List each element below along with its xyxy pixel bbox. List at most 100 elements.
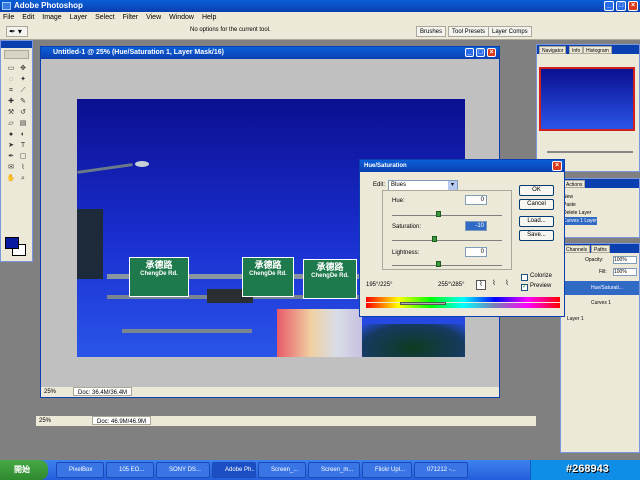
navigator-thumbnail[interactable] [539,67,635,131]
load-button[interactable]: Load... [519,216,554,227]
gradient-tool-icon[interactable]: ▤ [18,119,28,128]
range-slider[interactable] [400,302,446,305]
saturation-field[interactable]: -10 [465,221,487,231]
opacity-field[interactable]: 100% [613,256,637,264]
taskbar-button[interactable]: Screen_m... [308,462,360,478]
history-item-selected[interactable]: Curves 1 Layer [563,217,597,225]
menu-filter[interactable]: Filter [120,12,142,23]
well-brushes[interactable]: Brushes [416,26,447,37]
eyedropper-minus-icon[interactable]: ⌇ [502,280,512,290]
eyedropper-tool-icon[interactable]: ⌇ [18,163,28,172]
menu-select[interactable]: Select [92,12,117,23]
tab-paths[interactable]: Paths [591,245,610,253]
taskbar-button[interactable]: 071212 -... [414,462,468,478]
edit-dropdown-value: Blues [391,182,407,188]
slice-tool-icon[interactable]: ⟋ [18,86,28,95]
tab-histogram[interactable]: Histogram [583,46,612,54]
clone-stamp-icon[interactable]: ⚒ [6,108,16,117]
marquee-tool-icon[interactable]: ▭ [6,64,16,73]
lasso-tool-icon[interactable]: ◌ [6,75,16,84]
saturation-slider[interactable] [392,240,502,241]
taskbar-button[interactable]: 105 EO... [106,462,154,478]
doc-maximize-button[interactable]: □ [476,48,485,57]
history-item[interactable]: Paste [563,201,597,209]
saturation-slider-thumb[interactable] [432,236,437,242]
hand-tool-icon[interactable]: ✋ [6,174,16,183]
layer-name: Hue/Saturati... [591,285,623,291]
healing-brush-icon[interactable]: ✚ [6,97,16,106]
cancel-button[interactable]: Cancel [519,199,554,210]
tool-preset-picker[interactable]: ✒ ▾ [6,26,28,37]
tab-channels[interactable]: Channels [563,245,591,253]
magic-wand-icon[interactable]: ✦ [18,75,28,84]
taskbar-button[interactable]: Flickr Upl... [362,462,412,478]
opacity-label: Opacity: [585,257,604,263]
notes-tool-icon[interactable]: ✉ [6,163,16,172]
path-select-icon[interactable]: ➤ [6,141,16,150]
lightness-field[interactable]: 0 [465,247,487,257]
hue-slider-thumb[interactable] [436,211,441,217]
history-brush-icon[interactable]: ↺ [18,108,28,117]
document-size[interactable]: Doc: 36.4M/36.4M [73,387,133,396]
menu-layer[interactable]: Layer [67,12,91,23]
hue-slider[interactable] [392,215,502,216]
colorize-checkbox[interactable] [521,274,528,281]
brush-tool-icon[interactable]: ✎ [18,97,28,106]
minimize-button[interactable]: _ [604,1,614,11]
tab-actions[interactable]: Actions [563,180,586,188]
blur-tool-icon[interactable]: ● [6,130,16,139]
doc-minimize-button[interactable]: _ [465,48,474,57]
eyedropper-icon[interactable]: ⌇ [476,280,486,290]
type-tool-icon[interactable]: T [18,141,28,150]
pen-tool-icon[interactable]: ✒ [6,152,16,161]
taskbar-button[interactable]: Screen_... [258,462,306,478]
menu-help[interactable]: Help [199,12,219,23]
shape-tool-icon[interactable]: ▢ [18,152,28,161]
maximize-button[interactable]: □ [616,1,626,11]
close-button[interactable]: × [628,1,638,11]
menu-view[interactable]: View [143,12,164,23]
well-layer-comps[interactable]: Layer Comps [488,26,532,37]
well-tool-presets[interactable]: Tool Presets [448,26,490,37]
menu-window[interactable]: Window [166,12,197,23]
eyedropper-plus-icon[interactable]: ⌇ [489,280,499,290]
fill-field[interactable]: 100% [613,268,637,276]
toolbox: ▭ ✥ ◌ ✦ ⌗ ⟋ ✚ ✎ ⚒ ↺ ▱ ▤ ● ◐ ➤ T ✒ ▢ ✉ ⌇ ✋ ⌕ [0,40,33,262]
hue-field[interactable]: 0 [465,195,487,205]
lightness-slider[interactable] [392,265,502,266]
app-zoom[interactable]: 25% [39,418,51,424]
tool-grid: ▭ ✥ ◌ ✦ ⌗ ⟋ ✚ ✎ ⚒ ↺ ▱ ▤ ● ◐ ➤ T ✒ ▢ ✉ ⌇ ✋ ⌕ [5,63,30,184]
menu-edit[interactable]: Edit [19,12,37,23]
foreground-color-swatch[interactable] [5,237,19,249]
tab-info[interactable]: Info [569,46,584,54]
document-title: Untitled-1 @ 25% (Hue/Saturation 1, Laye… [53,49,224,56]
taskbar-button-active[interactable]: Adobe Ph... [212,462,256,478]
document-zoom[interactable]: 25% [44,389,56,395]
zoom-tool-icon[interactable]: ⌕ [18,174,28,183]
ok-button[interactable]: OK [519,185,554,196]
taskbar-button[interactable]: SONY DS... [156,462,210,478]
history-item[interactable]: Delete Layer [563,209,597,217]
start-button[interactable]: 開始 [0,460,48,480]
eraser-tool-icon[interactable]: ▱ [6,119,16,128]
layer-row-layer1[interactable]: Layer 1 [563,314,639,324]
menu-file[interactable]: File [0,12,17,23]
menu-image[interactable]: Image [39,12,64,23]
preview-checkbox[interactable]: ✓ [521,284,528,291]
road-sign-2-en: ChengDe Rd. [249,271,287,277]
doc-close-button[interactable]: × [487,48,496,57]
crop-tool-icon[interactable]: ⌗ [6,86,16,95]
taskbar-button[interactable]: PixelBox [56,462,104,478]
save-button[interactable]: Save... [519,230,554,241]
dialog-close-button[interactable]: × [552,161,562,171]
tab-navigator[interactable]: Navigator [539,46,567,54]
navigator-zoom-slider[interactable] [547,151,633,153]
layer-row-curves[interactable]: Curves 1 [563,296,639,310]
move-tool-icon[interactable]: ✥ [18,64,28,73]
road-sign-2-zh: 承德路 [254,260,282,270]
app-doc-size[interactable]: Doc: 46.9M/46.9M [92,416,152,425]
dodge-tool-icon[interactable]: ◐ [18,130,28,139]
lightness-slider-thumb[interactable] [436,261,441,267]
layer-row-hue-saturation[interactable]: Hue/Saturati... [563,281,639,295]
history-item[interactable]: New [563,193,597,201]
